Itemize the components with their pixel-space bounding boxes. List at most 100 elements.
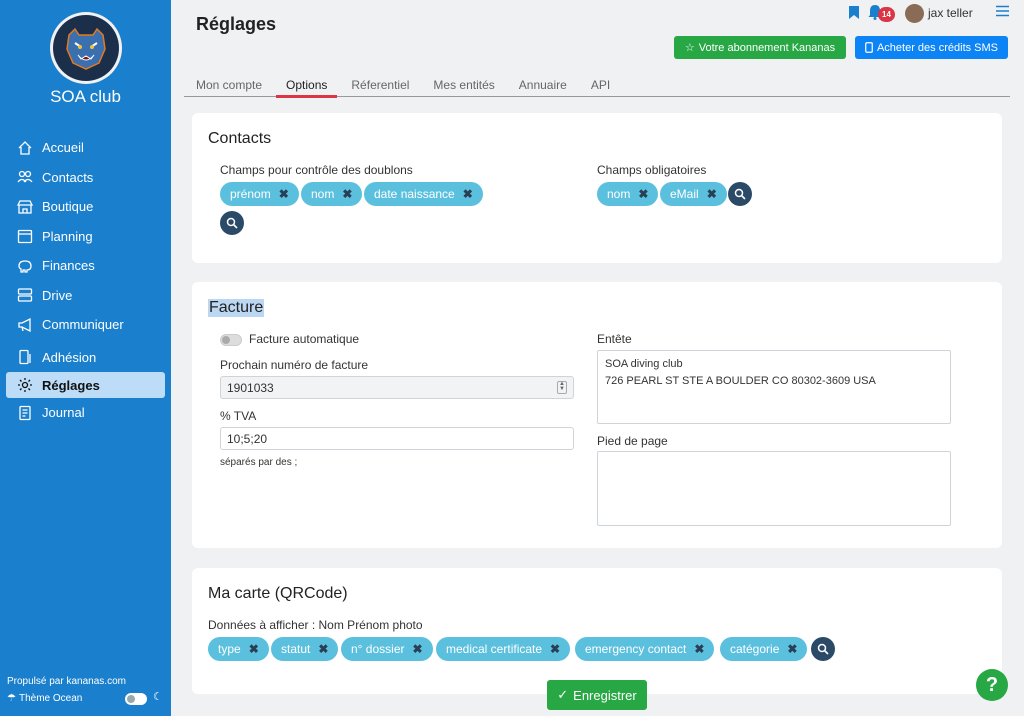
settings-tabs: Mon compte Options Réferentiel Mes entit…	[184, 74, 1010, 98]
chip-nom: nom ✖	[301, 182, 363, 206]
contacts-title: Contacts	[208, 130, 272, 147]
required-search-button[interactable]	[728, 182, 752, 206]
chip-categorie: catégorie ✖	[720, 637, 808, 661]
theme-label: Thème Ocean	[18, 693, 83, 704]
display-data-label: Données à afficher : Nom Prénom photo	[208, 618, 423, 632]
remove-chip-icon[interactable]: ✖	[342, 187, 352, 201]
sidebar-item-reglages[interactable]: Réglages	[6, 372, 165, 398]
sidebar-item-contacts[interactable]: Contacts	[0, 163, 171, 193]
sidebar-item-accueil[interactable]: Accueil	[0, 133, 171, 163]
auto-invoice-toggle[interactable]	[220, 334, 242, 346]
search-icon	[226, 217, 238, 229]
footer-textarea[interactable]	[597, 451, 951, 526]
remove-chip-icon[interactable]: ✖	[707, 187, 717, 201]
tab-api[interactable]: API	[579, 74, 622, 96]
sidebar-item-drive[interactable]: Drive	[0, 281, 171, 311]
tab-options[interactable]: Options	[274, 74, 339, 98]
username[interactable]: jax teller	[928, 6, 973, 20]
avatar[interactable]	[905, 4, 924, 23]
chip-medical-certificate: medical certificate ✖	[436, 637, 571, 661]
tva-value: 10;5;20	[227, 432, 268, 446]
search-icon	[817, 643, 829, 655]
sidebar-item-label: Drive	[42, 287, 73, 303]
sidebar: SOA club Accueil Contacts Boutique Plann…	[0, 0, 171, 716]
remove-chip-icon[interactable]: ✖	[279, 187, 289, 201]
hamburger-menu-icon[interactable]	[996, 5, 1009, 17]
membership-icon	[16, 348, 34, 366]
bookmark-icon[interactable]	[848, 5, 860, 20]
carte-title: Ma carte (QRCode)	[208, 585, 348, 602]
sidebar-nav: Accueil Contacts Boutique Planning Finan…	[0, 133, 171, 428]
club-name: SOA club	[50, 87, 121, 106]
home-icon	[16, 139, 34, 157]
duplicates-search-button[interactable]	[220, 211, 244, 235]
bear-logo-icon	[66, 27, 106, 70]
buy-sms-button[interactable]: Acheter des crédits SMS	[855, 36, 1008, 59]
remove-chip-icon[interactable]: ✖	[550, 642, 560, 656]
tva-input[interactable]: 10;5;20	[220, 427, 574, 450]
shop-icon	[16, 198, 34, 216]
sidebar-item-label: Boutique	[42, 199, 94, 215]
chip-prenom: prénom ✖	[220, 182, 299, 206]
save-button[interactable]: ✓ Enregistrer	[547, 680, 647, 710]
tab-mes-entites[interactable]: Mes entités	[421, 74, 506, 96]
umbrella-icon: ☂	[7, 693, 16, 704]
sidebar-item-finances[interactable]: Finances	[0, 251, 171, 281]
journal-icon	[16, 404, 34, 422]
chip-label: eMail	[670, 187, 699, 201]
remove-chip-icon[interactable]: ✖	[249, 642, 259, 656]
sidebar-item-label: Planning	[42, 228, 93, 244]
page-title: Réglages	[196, 14, 277, 34]
remove-chip-icon[interactable]: ✖	[694, 642, 704, 656]
sidebar-item-journal[interactable]: Journal	[0, 398, 171, 428]
chip-label: medical certificate	[446, 642, 543, 656]
megaphone-icon	[16, 316, 34, 334]
remove-chip-icon[interactable]: ✖	[638, 187, 648, 201]
chip-label: prénom	[230, 187, 271, 201]
chip-dossier: n° dossier ✖	[341, 637, 433, 661]
mobile-icon	[865, 42, 873, 53]
tab-mon-compte[interactable]: Mon compte	[184, 74, 274, 96]
sidebar-item-communiquer[interactable]: Communiquer	[0, 310, 171, 340]
check-icon: ✓	[557, 687, 569, 702]
drive-icon	[16, 286, 34, 304]
duplicates-label: Champs pour contrôle des doublons	[220, 163, 413, 177]
footer-label: Pied de page	[597, 434, 668, 448]
sidebar-item-label: Contacts	[42, 169, 94, 185]
sidebar-item-label: Réglages	[42, 377, 100, 393]
remove-chip-icon[interactable]: ✖	[413, 642, 423, 656]
sidebar-item-planning[interactable]: Planning	[0, 222, 171, 252]
header-textarea[interactable]: SOA diving club 726 PEARL ST STE A BOULD…	[597, 350, 951, 424]
chip-required-email: eMail ✖	[660, 182, 727, 206]
chip-type: type ✖	[208, 637, 269, 661]
calendar-icon	[16, 227, 34, 245]
remove-chip-icon[interactable]: ✖	[463, 187, 473, 201]
star-icon: ☆	[684, 42, 695, 54]
tab-annuaire[interactable]: Annuaire	[507, 74, 579, 96]
next-number-value: 1901033	[227, 381, 274, 395]
number-stepper-icon[interactable]: ▲ ▼	[557, 381, 567, 394]
remove-chip-icon[interactable]: ✖	[318, 642, 328, 656]
next-number-input[interactable]: 1901033 ▲ ▼	[220, 376, 574, 399]
facture-title: Facture	[208, 299, 265, 317]
sidebar-item-boutique[interactable]: Boutique	[0, 192, 171, 222]
help-button[interactable]: ?	[976, 669, 1008, 701]
tab-referentiel[interactable]: Réferentiel	[339, 74, 421, 96]
next-number-label: Prochain numéro de facture	[220, 358, 369, 372]
tva-hint: séparés par des ;	[220, 457, 298, 468]
subscription-button[interactable]: ☆ Votre abonnement Kananas	[674, 36, 846, 59]
powered-by[interactable]: Propulsé par kananas.com	[7, 676, 126, 687]
chip-required-nom: nom ✖	[597, 182, 659, 206]
chip-date-naissance: date naissance ✖	[364, 182, 483, 206]
carte-search-button[interactable]	[811, 637, 835, 661]
auto-invoice-label: Facture automatique	[249, 332, 360, 346]
chip-label: emergency contact	[585, 642, 687, 656]
sidebar-item-label: Journal	[42, 405, 85, 421]
chip-label: nom	[311, 187, 335, 201]
tva-label: % TVA	[220, 409, 257, 423]
theme-toggle[interactable]	[125, 693, 147, 705]
sidebar-item-adhesion[interactable]: Adhésion	[0, 343, 171, 373]
required-label: Champs obligatoires	[597, 163, 707, 177]
remove-chip-icon[interactable]: ✖	[787, 642, 797, 656]
club-logo[interactable]	[50, 12, 122, 84]
